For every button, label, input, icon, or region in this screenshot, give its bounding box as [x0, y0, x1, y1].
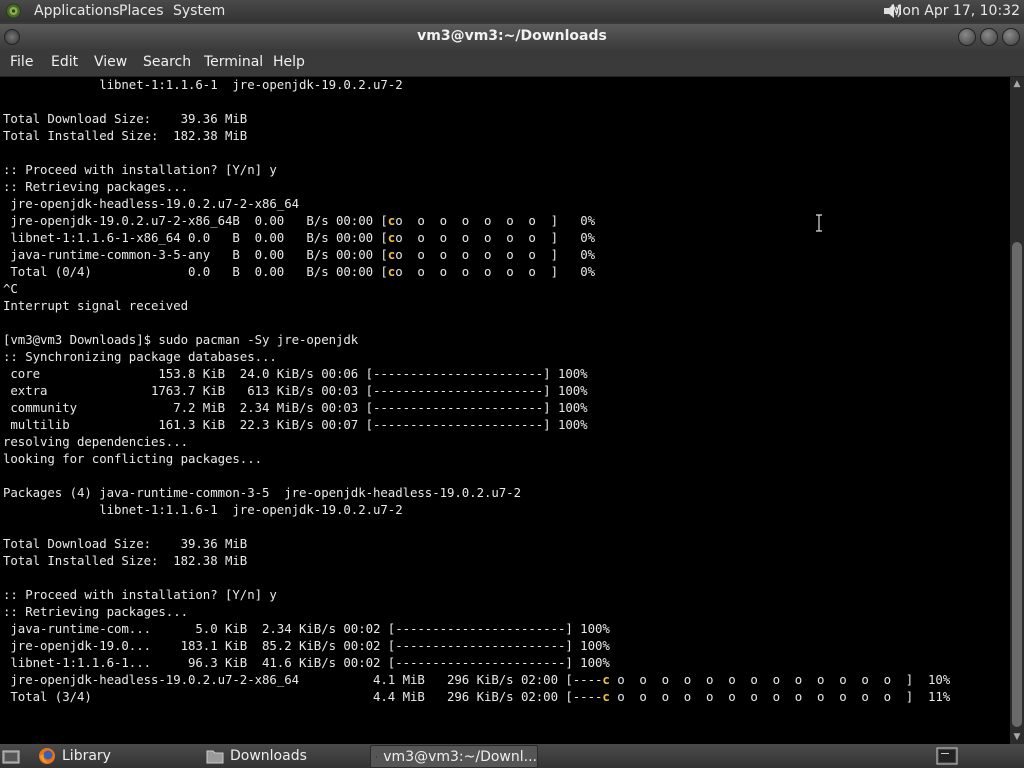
workspace-switcher[interactable]: [936, 745, 960, 766]
folder-icon: [206, 750, 224, 763]
text-cursor-icon: [816, 214, 822, 232]
gnome-foot-icon[interactable]: [5, 3, 22, 19]
clock[interactable]: Mon Apr 17, 10:32: [890, 3, 1020, 19]
menu-file[interactable]: File: [10, 54, 33, 70]
pacman-progress-icon: c: [387, 264, 396, 279]
show-desktop-icon: [2, 750, 20, 763]
top-panel: Applications Places System Mon Apr 17, 1…: [0, 0, 1024, 22]
terminal-icon: [375, 755, 378, 758]
menu-view[interactable]: View: [94, 54, 127, 70]
scrollbar-thumb[interactable]: [1012, 242, 1022, 727]
scroll-down-icon[interactable]: ▼: [1010, 730, 1024, 744]
taskbar-item-label: Downloads: [230, 747, 307, 764]
taskbar-item-terminal[interactable]: vm3@vm3:~/Downl...: [370, 745, 538, 768]
show-desktop-button[interactable]: [2, 745, 22, 766]
menu-system[interactable]: System: [173, 3, 225, 19]
terminal-text: libnet-1:1.1.6-1 jre-openjdk-19.0.2.u7-2…: [3, 77, 951, 704]
menu-terminal[interactable]: Terminal: [204, 54, 263, 70]
bottom-taskbar: Library Downloads vm3@vm3:~/Downl...: [0, 744, 1024, 768]
taskbar-item-library[interactable]: Library: [38, 745, 188, 766]
maximize-button[interactable]: [980, 28, 998, 46]
menu-applications[interactable]: Applications: [34, 3, 120, 19]
menu-edit[interactable]: Edit: [51, 54, 78, 70]
pacman-progress-icon: c: [387, 247, 396, 262]
terminal-scrollbar[interactable]: ▲ ▼: [1010, 77, 1024, 744]
terminal-output[interactable]: libnet-1:1.1.6-1 jre-openjdk-19.0.2.u7-2…: [0, 77, 1010, 744]
pacman-progress-icon: c: [602, 672, 610, 687]
pacman-progress-icon: c: [387, 213, 396, 228]
firefox-icon: [39, 747, 55, 764]
taskbar-item-downloads[interactable]: Downloads: [206, 745, 356, 766]
taskbar-item-label: vm3@vm3:~/Downl...: [383, 748, 537, 765]
taskbar-item-label: Library: [62, 747, 111, 764]
menubar: File Edit View Search Terminal Help: [0, 49, 1024, 77]
workspace-switcher-icon: [936, 747, 958, 764]
terminal-window: vm3@vm3:~/Downloads File Edit View Searc…: [0, 24, 1024, 744]
pacman-progress-icon: c: [602, 689, 610, 704]
window-titlebar[interactable]: vm3@vm3:~/Downloads: [0, 24, 1024, 49]
close-button[interactable]: [1002, 28, 1020, 46]
menu-places[interactable]: Places: [119, 3, 164, 19]
menu-help[interactable]: Help: [273, 54, 305, 70]
minimize-button[interactable]: [958, 28, 976, 46]
scroll-up-icon[interactable]: ▲: [1010, 77, 1024, 91]
pacman-progress-icon: c: [387, 230, 396, 245]
menu-search[interactable]: Search: [143, 54, 191, 70]
window-title: vm3@vm3:~/Downloads: [417, 28, 607, 44]
